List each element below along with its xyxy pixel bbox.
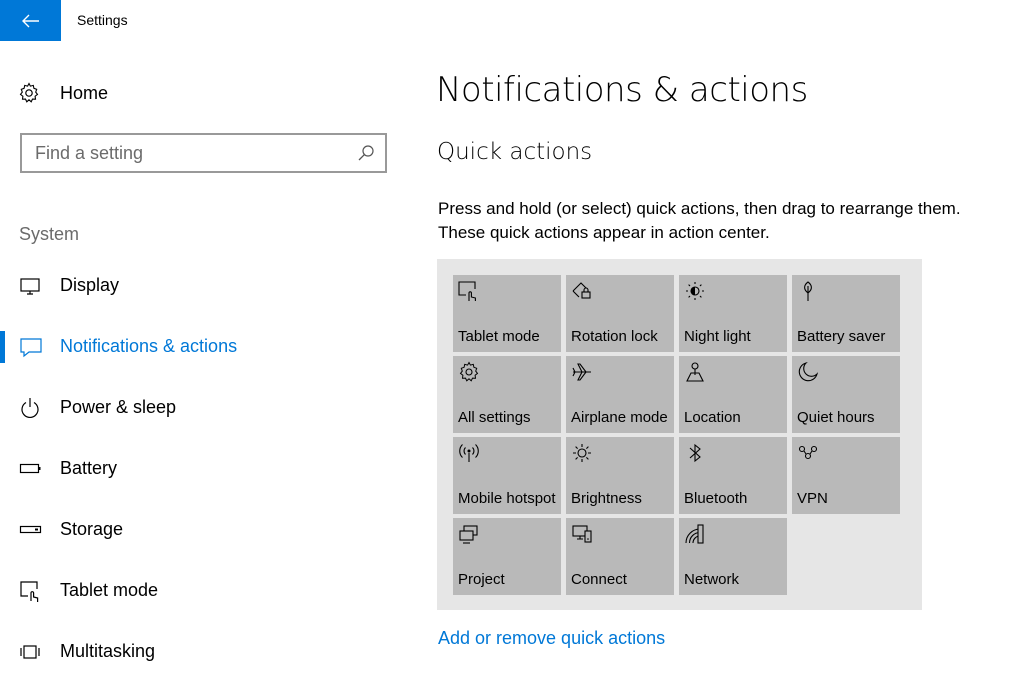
tile-label: Night light: [684, 328, 751, 345]
sidebar-item-storage[interactable]: Storage: [0, 512, 400, 548]
tile-battery-saver[interactable]: Battery saver: [792, 275, 900, 352]
section-description: Press and hold (or select) quick actions…: [438, 199, 961, 242]
active-indicator: [0, 331, 5, 363]
tile-label: VPN: [797, 490, 828, 507]
sidebar-item-label: Notifications & actions: [60, 336, 238, 356]
search-input[interactable]: [35, 142, 345, 164]
tile-label: Airplane mode: [571, 409, 668, 426]
hotspot-icon: [458, 442, 480, 464]
add-remove-quick-actions-link[interactable]: Add or remove quick actions: [438, 628, 665, 649]
moon-icon: [797, 361, 819, 383]
tile-label: Connect: [571, 571, 627, 588]
sidebar-item-notifications[interactable]: Notifications & actions: [0, 329, 400, 365]
home-nav-item[interactable]: Home: [18, 80, 108, 106]
tile-label: Tablet mode: [458, 328, 540, 345]
tile-quiet-hours[interactable]: Quiet hours: [792, 356, 900, 433]
sidebar-item-label: Tablet mode: [60, 580, 159, 600]
network-icon: [684, 523, 706, 545]
tile-label: Battery saver: [797, 328, 886, 345]
location-icon: [684, 361, 706, 383]
back-button[interactable]: [0, 0, 61, 41]
tile-label: Rotation lock: [571, 328, 658, 345]
window-title: Settings: [77, 12, 128, 28]
tile-label: Mobile hotspot: [458, 490, 556, 507]
tile-label: Brightness: [571, 490, 642, 507]
message-icon: [19, 335, 43, 359]
tile-brightness[interactable]: Brightness: [566, 437, 674, 514]
tablet-mode-icon: [458, 280, 480, 302]
connect-icon: [571, 523, 593, 545]
brightness-icon: [571, 442, 593, 464]
back-arrow-icon: [21, 14, 40, 28]
tile-airplane-mode[interactable]: Airplane mode: [566, 356, 674, 433]
sidebar-item-tablet-mode[interactable]: Tablet mode: [0, 573, 400, 609]
page-title: Notifications & actions: [436, 70, 808, 110]
bluetooth-icon: [684, 442, 706, 464]
tile-label: Project: [458, 571, 505, 588]
multitasking-icon: [19, 640, 43, 664]
sidebar-item-label: Battery: [60, 458, 118, 478]
sidebar-item-label: Multitasking: [60, 641, 156, 661]
battery-icon: [19, 457, 43, 481]
tile-location[interactable]: Location: [679, 356, 787, 433]
gear-icon: [18, 82, 40, 104]
sidebar-item-display[interactable]: Display: [0, 268, 400, 304]
tile-connect[interactable]: Connect: [566, 518, 674, 595]
project-icon: [458, 523, 480, 545]
sidebar-item-label: Power & sleep: [60, 397, 177, 417]
gear-icon: [458, 361, 480, 383]
search-box[interactable]: [20, 133, 387, 173]
sidebar-item-label: Display: [60, 275, 120, 295]
sidebar-item-label: Storage: [60, 519, 124, 539]
power-icon: [19, 396, 43, 420]
title-bar: Settings: [0, 0, 1024, 41]
tile-all-settings[interactable]: All settings: [453, 356, 561, 433]
home-label: Home: [60, 82, 109, 103]
tile-vpn[interactable]: VPN: [792, 437, 900, 514]
tile-project[interactable]: Project: [453, 518, 561, 595]
tile-label: Quiet hours: [797, 409, 875, 426]
section-label-system: System: [19, 224, 80, 244]
monitor-icon: [19, 274, 43, 298]
section-title: Quick actions: [437, 139, 593, 165]
quick-actions-grid: Tablet mode Rotation lock Night light Ba…: [437, 259, 922, 610]
tile-network[interactable]: Network: [679, 518, 787, 595]
airplane-icon: [571, 361, 593, 383]
storage-icon: [19, 518, 43, 542]
tile-tablet-mode[interactable]: Tablet mode: [453, 275, 561, 352]
tile-night-light[interactable]: Night light: [679, 275, 787, 352]
tile-label: Bluetooth: [684, 490, 748, 507]
tile-label: All settings: [458, 409, 531, 426]
sidebar-item-multitasking[interactable]: Multitasking: [0, 634, 400, 670]
rotation-lock-icon: [571, 280, 593, 302]
tablet-mode-icon: [19, 579, 43, 603]
tile-rotation-lock[interactable]: Rotation lock: [566, 275, 674, 352]
battery-saver-icon: [797, 280, 819, 302]
tile-label: Network: [684, 571, 740, 588]
sidebar-item-battery[interactable]: Battery: [0, 451, 400, 487]
vpn-icon: [797, 442, 819, 464]
search-icon[interactable]: [357, 144, 375, 162]
night-light-icon: [684, 280, 706, 302]
tile-mobile-hotspot[interactable]: Mobile hotspot: [453, 437, 561, 514]
sidebar-item-power-sleep[interactable]: Power & sleep: [0, 390, 400, 426]
tile-bluetooth[interactable]: Bluetooth: [679, 437, 787, 514]
tile-label: Location: [684, 409, 741, 426]
